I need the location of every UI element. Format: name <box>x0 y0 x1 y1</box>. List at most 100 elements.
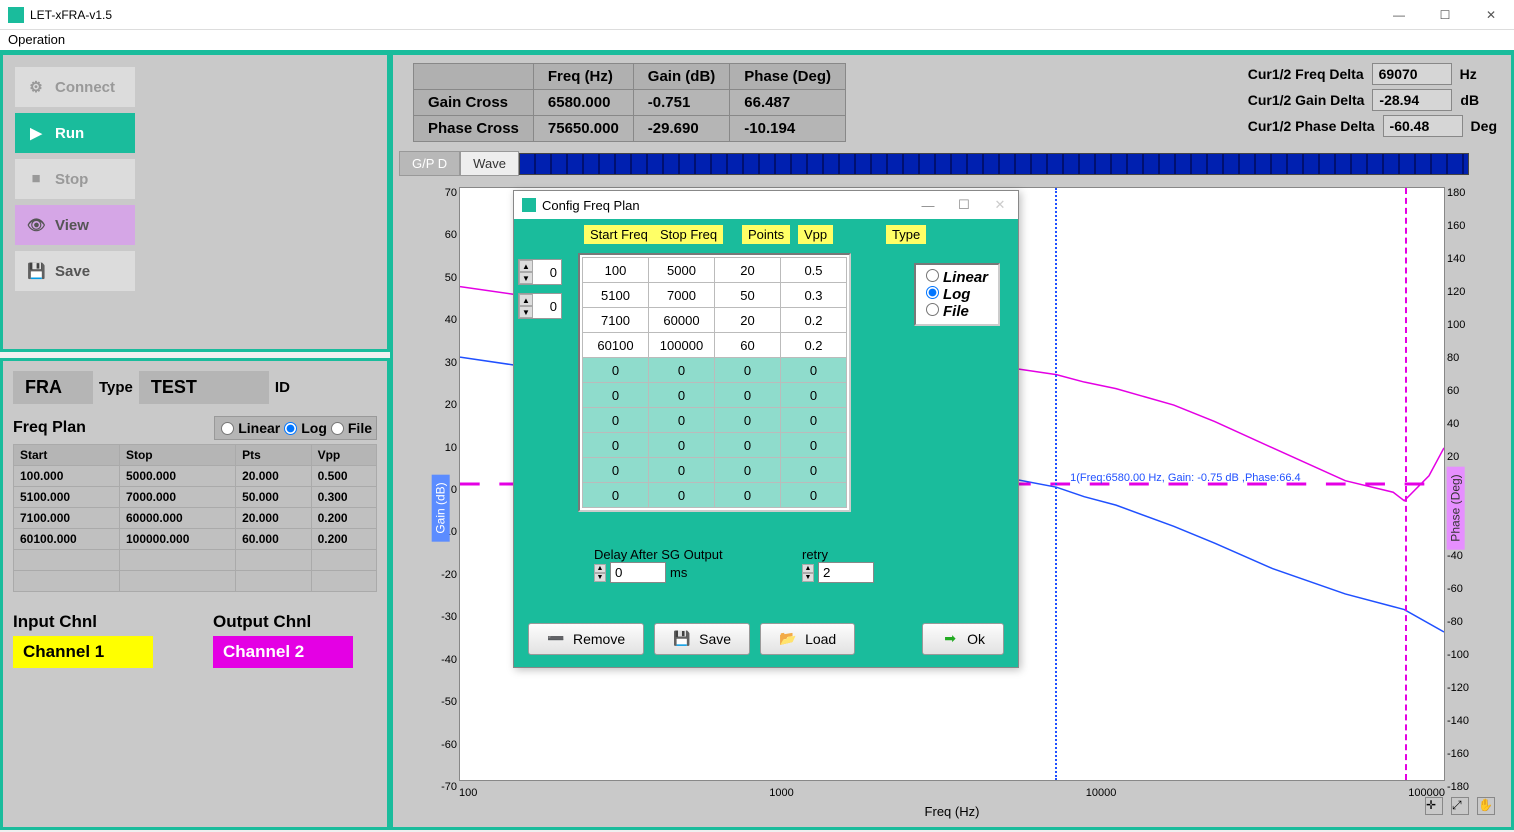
id-value[interactable]: TEST <box>139 371 269 404</box>
config-freq-plan-dialog: Config Freq Plan — ☐ ✕ Start Freq Stop F… <box>513 190 1019 668</box>
delay-input[interactable] <box>610 562 666 583</box>
table-row[interactable]: 0000 <box>583 433 847 458</box>
crosshair-icon[interactable]: ✛ <box>1425 797 1443 815</box>
chart-tabbar: G/P D Wave <box>399 151 1469 176</box>
hand-icon[interactable]: ✋ <box>1477 797 1495 815</box>
freqplan-table: Start Stop Pts Vpp 100.0005000.00020.000… <box>13 444 377 592</box>
down-arrow-icon[interactable]: ▼ <box>802 573 814 582</box>
control-panel: ⚙ Connect ▶ Run ■ Stop 👁 View 💾 Save <box>0 52 390 352</box>
table-row[interactable]: 0000 <box>583 458 847 483</box>
table-row[interactable]: 51007000500.3 <box>583 283 847 308</box>
spin-2[interactable]: ▲▼ <box>518 293 562 319</box>
arrow-right-icon: ➡ <box>941 630 959 648</box>
retry-input[interactable] <box>818 562 874 583</box>
spin-2-input[interactable] <box>533 297 561 316</box>
window-title: LET-xFRA-v1.5 <box>30 8 112 22</box>
output-channel-value[interactable]: Channel 2 <box>213 636 353 668</box>
x-axis-label: Freq (Hz) <box>925 804 980 819</box>
up-arrow-icon[interactable]: ▲ <box>519 260 533 272</box>
zoom-icon[interactable]: ⤢ <box>1451 797 1469 815</box>
ok-button[interactable]: ➡Ok <box>922 623 1004 655</box>
table-row <box>14 550 377 571</box>
header-stopfreq: Stop Freq <box>654 225 723 244</box>
retry-label: retry <box>802 547 874 562</box>
run-button[interactable]: ▶ Run <box>15 113 135 153</box>
cursor-2[interactable] <box>1405 188 1407 780</box>
up-arrow-icon[interactable]: ▲ <box>594 564 606 573</box>
freqplan-title: Freq Plan <box>13 419 86 437</box>
measurement-table: Freq (Hz) Gain (dB) Phase (Deg) Gain Cro… <box>413 63 846 142</box>
led-strip <box>519 153 1469 175</box>
dialog-title: Config Freq Plan <box>542 198 640 213</box>
tab-wave[interactable]: Wave <box>460 151 519 176</box>
cursor-1[interactable] <box>1055 188 1057 780</box>
menu-operation[interactable]: Operation <box>8 32 65 47</box>
gear-icon: ⚙ <box>27 78 45 96</box>
menu-bar: Operation <box>0 30 1514 52</box>
spin-1-input[interactable] <box>533 263 561 282</box>
up-arrow-icon[interactable]: ▲ <box>802 564 814 573</box>
config-table[interactable]: 1005000200.551007000500.3710060000200.26… <box>582 257 847 508</box>
table-row[interactable]: 5100.0007000.00050.0000.300 <box>14 487 377 508</box>
view-button[interactable]: 👁 View <box>15 205 135 245</box>
header-vpp: Vpp <box>798 225 833 244</box>
table-row[interactable]: 60100100000600.2 <box>583 333 847 358</box>
folder-icon: 📂 <box>779 630 797 648</box>
radio-linear[interactable] <box>221 422 234 435</box>
cursor-1-label: 1(Freq:6580.00 Hz, Gain: -0.75 dB ,Phase… <box>1070 472 1301 484</box>
table-row[interactable]: 710060000200.2 <box>583 308 847 333</box>
table-row[interactable]: 7100.00060000.00020.0000.200 <box>14 508 377 529</box>
play-icon: ▶ <box>27 124 45 142</box>
load-button[interactable]: 📂Load <box>760 623 855 655</box>
tab-gpd[interactable]: G/P D <box>399 151 460 176</box>
stop-button[interactable]: ■ Stop <box>15 159 135 199</box>
save-button[interactable]: 💾 Save <box>15 251 135 291</box>
dialog-minimize-button[interactable]: — <box>910 191 946 219</box>
radio-file[interactable] <box>331 422 344 435</box>
dialog-close-button[interactable]: ✕ <box>982 191 1018 219</box>
disk-icon: 💾 <box>27 262 45 280</box>
app-icon <box>8 7 24 23</box>
maximize-button[interactable]: ☐ <box>1422 0 1468 30</box>
modal-radio-log[interactable] <box>926 286 939 299</box>
connect-button[interactable]: ⚙ Connect <box>15 67 135 107</box>
eye-icon: 👁 <box>27 216 45 234</box>
header-type: Type <box>886 225 926 244</box>
table-row[interactable]: 0000 <box>583 408 847 433</box>
id-label: ID <box>275 379 290 396</box>
table-row[interactable]: 1005000200.5 <box>583 258 847 283</box>
type-value: FRA <box>13 371 93 404</box>
minimize-button[interactable]: — <box>1376 0 1422 30</box>
delay-label: Delay After SG Output <box>594 547 723 562</box>
table-row[interactable]: 0000 <box>583 383 847 408</box>
config-panel: FRA Type TEST ID Freq Plan Linear Log Fi… <box>0 358 390 830</box>
dialog-icon <box>522 198 536 212</box>
down-arrow-icon[interactable]: ▼ <box>519 306 533 318</box>
modal-radio-linear[interactable] <box>926 269 939 282</box>
down-arrow-icon[interactable]: ▼ <box>594 573 606 582</box>
table-row[interactable]: 0000 <box>583 483 847 508</box>
input-channel-label: Input Chnl <box>13 612 153 632</box>
radio-log[interactable] <box>284 422 297 435</box>
close-button[interactable]: ✕ <box>1468 0 1514 30</box>
down-arrow-icon[interactable]: ▼ <box>519 272 533 284</box>
header-startfreq: Start Freq <box>584 225 654 244</box>
dialog-maximize-button[interactable]: ☐ <box>946 191 982 219</box>
table-row[interactable]: 0000 <box>583 358 847 383</box>
spin-1[interactable]: ▲▼ <box>518 259 562 285</box>
output-channel-label: Output Chnl <box>213 612 353 632</box>
table-row[interactable]: 100.0005000.00020.0000.500 <box>14 466 377 487</box>
modal-save-button[interactable]: 💾Save <box>654 623 750 655</box>
cursor-deltas: Cur1/2 Freq Delta69070Hz Cur1/2 Gain Del… <box>1248 63 1497 141</box>
type-radio-group: Linear Log File <box>914 263 1000 326</box>
y-axis-right-label: Phase (Deg) <box>1446 466 1464 549</box>
input-channel-value[interactable]: Channel 1 <box>13 636 153 668</box>
stop-icon: ■ <box>27 170 45 188</box>
dialog-titlebar: Config Freq Plan — ☐ ✕ <box>514 191 1018 219</box>
up-arrow-icon[interactable]: ▲ <box>519 294 533 306</box>
table-row[interactable]: 60100.000100000.00060.0000.200 <box>14 529 377 550</box>
modal-radio-file[interactable] <box>926 303 939 316</box>
remove-button[interactable]: ➖Remove <box>528 623 644 655</box>
window-titlebar: LET-xFRA-v1.5 — ☐ ✕ <box>0 0 1514 30</box>
table-row <box>14 571 377 592</box>
